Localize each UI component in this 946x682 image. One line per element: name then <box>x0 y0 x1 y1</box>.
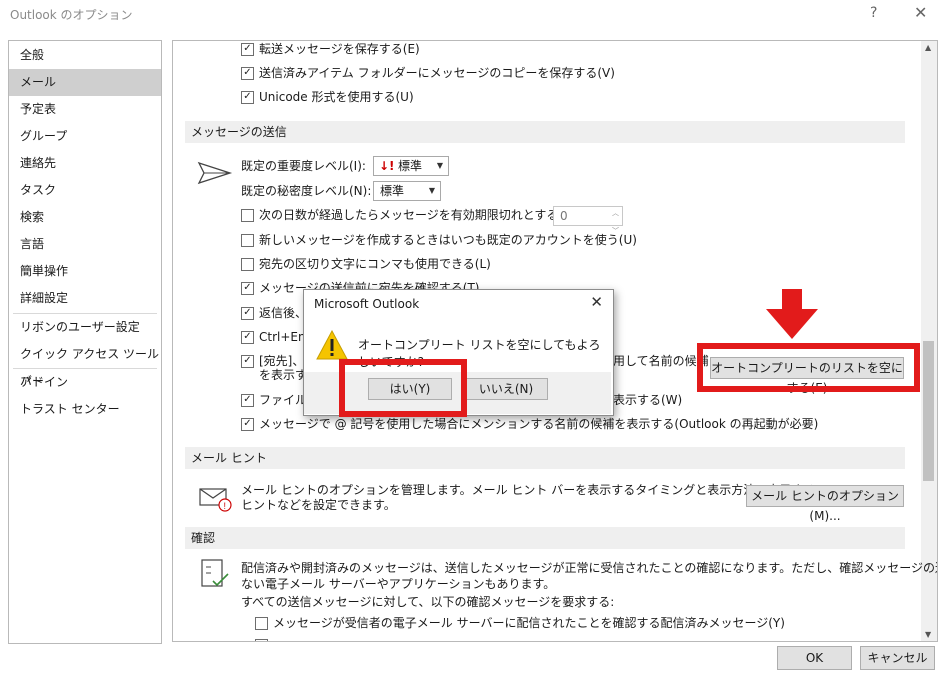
read-receipt-checkbox[interactable] <box>255 639 268 641</box>
vertical-scrollbar[interactable]: ▲ ▼ <box>921 41 937 641</box>
forwarded-save-checkbox[interactable]: ✓ <box>241 43 254 56</box>
mention-checkbox[interactable]: ✓ <box>241 418 254 431</box>
help-button[interactable]: ? <box>870 5 877 21</box>
nav-item-general[interactable]: 全般 <box>9 42 161 69</box>
tracking-for-all-label: すべての送信メッセージに対して、以下の確認メッセージを要求する: <box>241 595 615 609</box>
tracking-description-2: ない電子メール サーバーやアプリケーションもあります。 <box>241 577 556 591</box>
expire-days-value: 0 <box>560 209 568 223</box>
expire-days-input[interactable]: 0 ︿ ﹀ <box>553 206 623 235</box>
scroll-up-icon[interactable]: ▲ <box>925 43 931 52</box>
nav-item-advanced[interactable]: 詳細設定 <box>9 285 161 312</box>
sensitivity-label: 既定の秘密度レベル(N): <box>241 184 372 198</box>
delivery-receipt-checkbox[interactable] <box>255 617 268 630</box>
importance-label: 既定の重要度レベル(I): <box>241 159 366 173</box>
autocomplete-checkbox[interactable]: ✓ <box>241 355 254 368</box>
comma-separator-checkbox[interactable] <box>241 258 254 271</box>
dialog-close-icon[interactable]: ✕ <box>590 293 603 311</box>
section-header-send: メッセージの送信 <box>185 121 905 143</box>
category-nav: 全般 メール 予定表 グループ 連絡先 タスク 検索 言語 簡単操作 詳細設定 … <box>8 40 162 644</box>
importance-dropdown[interactable]: ↓! 標準 ▼ <box>373 156 449 176</box>
nav-item-addins[interactable]: アドイン <box>9 369 161 396</box>
chevron-down-icon: ▼ <box>436 161 443 170</box>
file-warning-label-tail: 表示する(W) <box>613 393 683 407</box>
expire-checkbox[interactable] <box>241 209 254 222</box>
forwarded-save-label: 転送メッセージを保存する(E) <box>259 42 420 56</box>
sent-copy-checkbox[interactable]: ✓ <box>241 67 254 80</box>
nav-item-tasks[interactable]: タスク <box>9 177 161 204</box>
nav-item-calendar[interactable]: 予定表 <box>9 96 161 123</box>
after-reply-label: 返信後、 <box>259 306 308 320</box>
after-reply-checkbox[interactable]: ✓ <box>241 307 254 320</box>
autocomplete-label-tail: 用して名前の候補 <box>613 354 709 368</box>
nav-item-groups[interactable]: グループ <box>9 123 161 150</box>
nav-item-trust-center[interactable]: トラスト センター <box>9 396 161 423</box>
ctrl-enter-checkbox[interactable]: ✓ <box>241 331 254 344</box>
warning-icon <box>316 330 348 360</box>
mention-label: メッセージで @ 記号を使用した場合にメンションする名前の候補を表示する(Out… <box>259 417 819 431</box>
ok-button[interactable]: OK <box>777 646 852 670</box>
no-button[interactable]: いいえ(N) <box>464 378 548 400</box>
svg-text:!: ! <box>224 501 227 511</box>
scrollbar-thumb[interactable] <box>923 341 934 481</box>
nav-item-language[interactable]: 言語 <box>9 231 161 258</box>
mailtips-options-button[interactable]: メール ヒントのオプション(M)... <box>746 485 904 523</box>
highlight-box <box>339 359 467 417</box>
chevron-down-icon: ▼ <box>428 186 435 195</box>
nav-item-accessibility[interactable]: 簡単操作 <box>9 258 161 285</box>
comma-separator-label: 宛先の区切り文字にコンマも使用できる(L) <box>259 257 491 271</box>
unicode-label: Unicode 形式を使用する(U) <box>259 90 414 104</box>
section-header-tracking: 確認 <box>185 527 905 549</box>
importance-value: 標準 <box>398 159 423 173</box>
file-warning-checkbox[interactable]: ✓ <box>241 394 254 407</box>
importance-icon: ↓! <box>379 159 395 173</box>
delivery-receipt-label: メッセージが受信者の電子メール サーバーに配信されたことを確認する配信済みメッセ… <box>273 616 785 630</box>
scroll-down-icon[interactable]: ▼ <box>925 630 931 639</box>
highlight-box <box>697 343 920 392</box>
cancel-button[interactable]: キャンセル <box>860 646 935 670</box>
sensitivity-dropdown[interactable]: 標準 ▼ <box>373 181 441 201</box>
check-names-checkbox[interactable]: ✓ <box>241 282 254 295</box>
close-button[interactable]: ✕ <box>914 3 927 22</box>
nav-item-search[interactable]: 検索 <box>9 204 161 231</box>
red-arrow-icon <box>766 289 818 339</box>
sent-copy-label: 送信済みアイテム フォルダーにメッセージのコピーを保存する(V) <box>259 66 615 80</box>
nav-item-quick-access-toolbar[interactable]: クイック アクセス ツール バー <box>9 341 161 388</box>
section-header-mailtips: メール ヒント <box>185 447 905 469</box>
mailtips-icon: ! <box>199 488 232 512</box>
mailtips-description-2: ヒントなどを設定できます。 <box>241 498 396 512</box>
sensitivity-value: 標準 <box>380 184 405 198</box>
nav-item-customize-ribbon[interactable]: リボンのユーザー設定 <box>9 314 161 341</box>
title-bar: Outlook のオプション ? ✕ <box>0 0 946 30</box>
dialog-title: Microsoft Outlook <box>314 297 420 311</box>
expire-label: 次の日数が経過したらメッセージを有効期限切れとする(A): <box>259 208 581 222</box>
tracking-icon <box>201 559 229 587</box>
nav-item-people[interactable]: 連絡先 <box>9 150 161 177</box>
unicode-checkbox[interactable]: ✓ <box>241 91 254 104</box>
nav-item-mail[interactable]: メール <box>9 69 161 96</box>
window-title: Outlook のオプション <box>10 8 133 22</box>
default-account-checkbox[interactable] <box>241 234 254 247</box>
default-account-label: 新しいメッセージを作成するときはいつも既定のアカウントを使う(U) <box>259 233 637 247</box>
send-icon <box>197 161 233 185</box>
autocomplete-label-line2: を表示す <box>259 368 308 382</box>
